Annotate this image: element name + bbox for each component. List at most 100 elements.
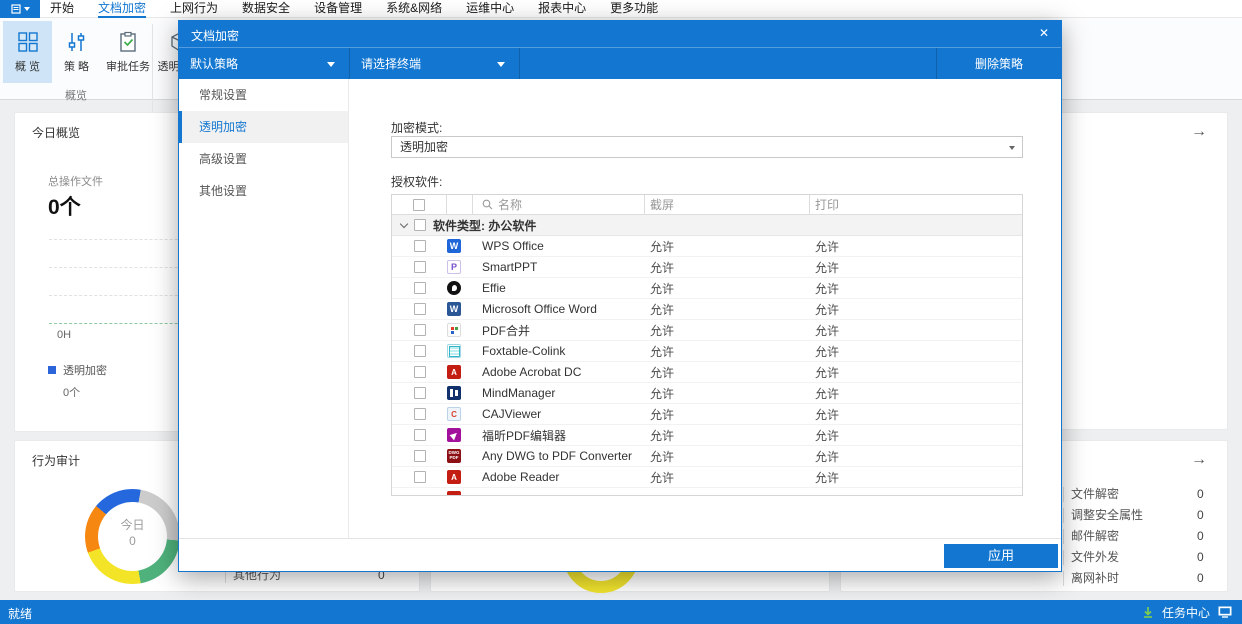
table-row[interactable]: Adobe Acrobat DC 允许 允许 xyxy=(392,362,1022,383)
stat-value: 0个 xyxy=(48,196,81,219)
tab-report-center[interactable]: 报表中心 xyxy=(538,0,586,18)
dialog-content: 加密模式: 透明加密 授权软件: 名称 截屏 打印 软件类型: 办公软件 W W… xyxy=(350,79,1061,538)
tab-system-network[interactable]: 系统&网络 xyxy=(386,0,442,18)
print-permission: 允许 xyxy=(815,449,840,464)
policy-dropdown-value: 默认策略 xyxy=(190,57,239,71)
ribbon-button-policy[interactable]: 策 略 xyxy=(52,21,101,83)
chevron-down-icon xyxy=(23,7,30,11)
table-row-partial xyxy=(392,488,1022,495)
chevron-down-icon[interactable] xyxy=(399,219,409,228)
adobe-reader-icon xyxy=(447,470,461,484)
tab-more-features[interactable]: 更多功能 xyxy=(610,0,658,18)
encryption-mode-select[interactable]: 透明加密 xyxy=(391,136,1023,158)
software-name: Adobe Reader xyxy=(482,470,560,484)
table-row[interactable]: Microsoft Office Word 允许 允许 xyxy=(392,299,1022,320)
task-center-button[interactable]: 任务中心 xyxy=(1162,604,1210,621)
row-checkbox[interactable] xyxy=(413,471,426,483)
search-icon[interactable] xyxy=(482,199,493,210)
sidebar-item-other-settings[interactable]: 其他设置 xyxy=(179,175,348,207)
software-group-row[interactable]: 软件类型: 办公软件 xyxy=(392,215,1022,236)
donut-center-label: 今日 xyxy=(120,518,145,532)
row-checkbox[interactable] xyxy=(413,261,426,273)
legend-color-swatch xyxy=(48,366,56,374)
tab-start[interactable]: 开始 xyxy=(50,0,74,18)
list-item-value: 0 xyxy=(1197,550,1204,564)
policy-dropdown[interactable]: 默认策略 xyxy=(179,48,349,79)
terminal-dropdown[interactable]: 请选择终端 xyxy=(350,48,519,79)
row-checkbox[interactable] xyxy=(413,240,426,252)
software-name: WPS Office xyxy=(482,239,544,253)
ribbon-button-approval-tasks[interactable]: 审批任务 xyxy=(101,21,155,83)
list-item-value: 0 xyxy=(1197,508,1204,522)
name-column-header: 名称 xyxy=(473,195,645,214)
monitor-icon[interactable] xyxy=(1218,606,1232,618)
tab-device-management[interactable]: 设备管理 xyxy=(314,0,362,18)
row-checkbox[interactable] xyxy=(413,408,426,420)
table-row[interactable]: Adobe Reader 允许 允许 xyxy=(392,467,1022,488)
delete-policy-button[interactable]: 删除策略 xyxy=(937,48,1061,79)
encryption-mode-label: 加密模式: xyxy=(391,121,443,135)
ribbon-group-label: 概览 xyxy=(65,90,87,102)
screenshot-permission: 允许 xyxy=(650,302,675,317)
mindmanager-icon xyxy=(447,386,461,400)
close-icon[interactable]: ✕ xyxy=(1039,26,1049,40)
row-checkbox[interactable] xyxy=(413,282,426,294)
arrow-right-icon[interactable]: → xyxy=(1191,123,1207,141)
software-name: MindManager xyxy=(482,386,556,400)
encryption-mode-value: 透明加密 xyxy=(400,140,449,154)
chevron-down-icon xyxy=(327,62,335,67)
row-checkbox[interactable] xyxy=(413,387,426,399)
table-row[interactable]: WPS Office 允许 允许 xyxy=(392,236,1022,257)
print-permission: 允许 xyxy=(815,344,840,359)
table-row[interactable]: SmartPPT 允许 允许 xyxy=(392,257,1022,278)
list-item: 离网补时 0 xyxy=(1063,571,1213,586)
table-row[interactable]: CAJViewer 允许 允许 xyxy=(392,404,1022,425)
row-checkbox[interactable] xyxy=(413,366,426,378)
tab-internet-behavior[interactable]: 上网行为 xyxy=(170,0,218,18)
row-checkbox[interactable] xyxy=(413,345,426,357)
panel-title: 今日概览 xyxy=(32,126,81,140)
print-permission: 允许 xyxy=(815,260,840,275)
row-checkbox[interactable] xyxy=(413,324,426,336)
list-item: 文件外发 0 xyxy=(1063,550,1213,565)
arrow-right-icon[interactable]: → xyxy=(1191,451,1207,469)
row-checkbox[interactable] xyxy=(413,429,426,441)
list-item-label: 文件外发 xyxy=(1071,550,1120,564)
chevron-down-icon xyxy=(1009,146,1015,150)
select-all-checkbox[interactable] xyxy=(413,198,425,211)
table-row[interactable]: Any DWG to PDF Converter 允许 允许 xyxy=(392,446,1022,467)
sidebar-item-advanced-settings[interactable]: 高级设置 xyxy=(179,143,348,175)
print-permission: 允许 xyxy=(815,428,840,443)
tab-document-encryption[interactable]: 文档加密 xyxy=(98,0,147,18)
sidebar-item-general-settings[interactable]: 常规设置 xyxy=(179,79,348,111)
panel-title: 行为审计 xyxy=(32,454,81,468)
list-item-label: 文件解密 xyxy=(1071,487,1120,501)
list-item-label: 调整安全属性 xyxy=(1071,508,1144,522)
column-label: 截屏 xyxy=(650,198,675,212)
group-checkbox[interactable] xyxy=(414,219,426,231)
tab-ops-center[interactable]: 运维中心 xyxy=(466,0,514,18)
row-checkbox[interactable] xyxy=(413,450,426,462)
table-row[interactable]: 福昕PDF编辑器 允许 允许 xyxy=(392,425,1022,446)
chevron-down-icon xyxy=(497,62,505,67)
table-row[interactable]: MindManager 允许 允许 xyxy=(392,383,1022,404)
column-label: 打印 xyxy=(815,198,840,212)
app-menu-button[interactable] xyxy=(0,0,40,18)
row-checkbox[interactable] xyxy=(413,303,426,315)
dialog-sidebar: 常规设置 透明加密 高级设置 其他设置 xyxy=(179,79,349,538)
apply-button[interactable]: 应用 xyxy=(944,544,1058,568)
download-arrow-icon xyxy=(1143,607,1152,618)
list-item-value: 0 xyxy=(1197,529,1204,543)
app-window-icon xyxy=(10,4,21,14)
table-row[interactable]: Effie 允许 允许 xyxy=(392,278,1022,299)
status-ready-text: 就绪 xyxy=(8,607,33,621)
screenshot-permission: 允许 xyxy=(650,428,675,443)
menu-bar: 开始 文档加密 上网行为 数据安全 设备管理 系统&网络 运维中心 报表中心 更… xyxy=(0,0,1242,18)
ribbon-button-label: 审批任务 xyxy=(106,60,150,73)
software-name: Effie xyxy=(482,281,506,295)
tab-data-security[interactable]: 数据安全 xyxy=(242,0,290,18)
sidebar-item-transparent-encryption[interactable]: 透明加密 xyxy=(179,111,348,143)
ribbon-button-overview[interactable]: 概 览 xyxy=(3,21,52,83)
table-row[interactable]: PDF合并 允许 允许 xyxy=(392,320,1022,341)
table-row[interactable]: Foxtable-Colink 允许 允许 xyxy=(392,341,1022,362)
